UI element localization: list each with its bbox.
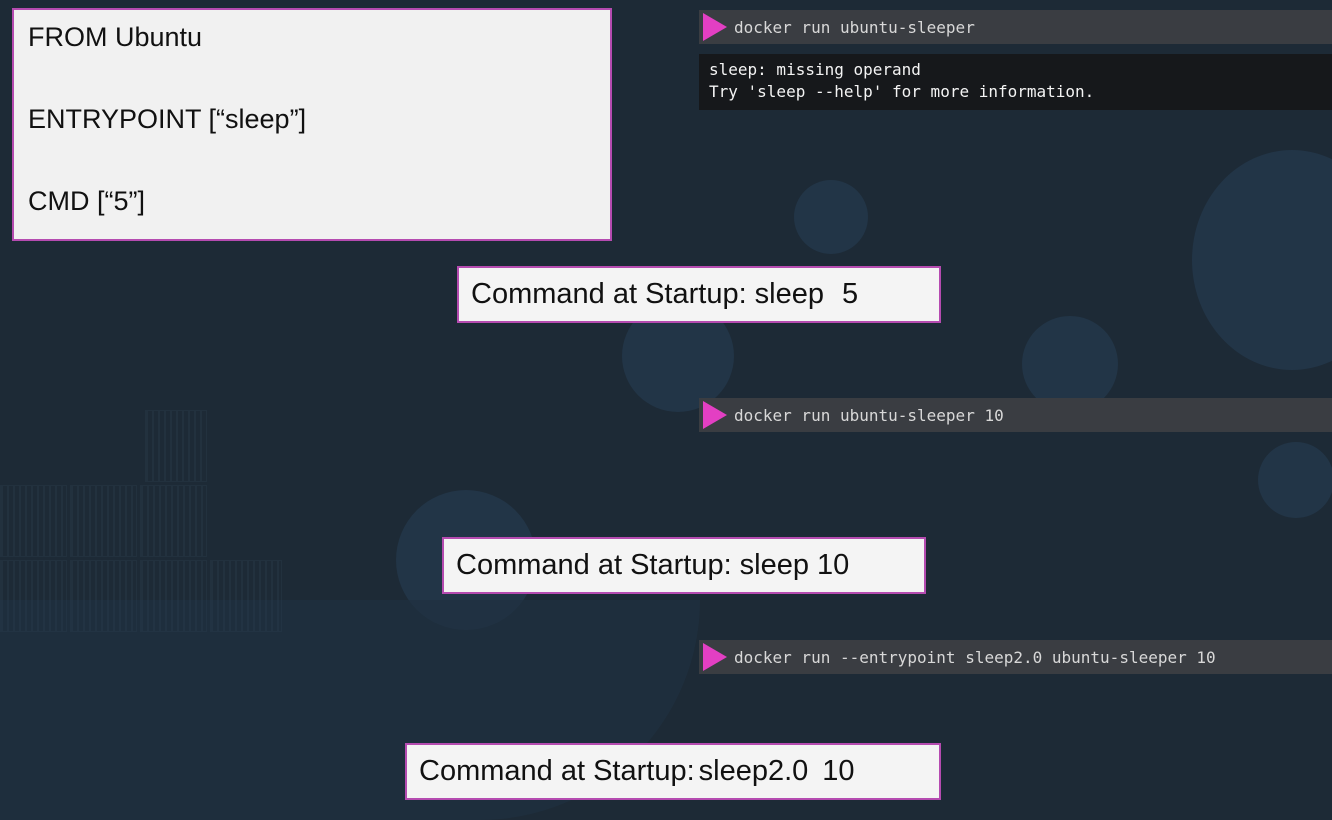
terminal-command-2: docker run ubuntu-sleeper 10	[699, 398, 1332, 432]
dockerfile-line-cmd: CMD [“5”]	[28, 186, 145, 216]
startup-command-box-3: Command at Startup: sleep2.0 10	[405, 743, 941, 800]
command-text: docker run ubuntu-sleeper 10	[734, 405, 1004, 425]
dockerfile-line-entrypoint: ENTRYPOINT [“sleep”]	[28, 104, 307, 134]
prompt-arrow-icon	[703, 643, 727, 671]
startup-command-box-2: Command at Startup: sleep 10	[442, 537, 926, 594]
startup-label: Command at Startup:	[471, 278, 747, 310]
docker-containers-illustration	[0, 410, 290, 640]
prompt-arrow-icon	[703, 401, 727, 429]
startup-label: Command at Startup:	[419, 755, 695, 787]
output-line: sleep: missing operand	[709, 60, 921, 79]
terminal-command-1: docker run ubuntu-sleeper	[699, 10, 1332, 44]
startup-command-box-1: Command at Startup: sleep 5	[457, 266, 941, 323]
startup-value: sleep 10	[739, 549, 850, 581]
dockerfile-line-from: FROM Ubuntu	[28, 22, 203, 52]
background-bubble	[794, 180, 868, 254]
terminal-command-3: docker run --entrypoint sleep2.0 ubuntu-…	[699, 640, 1332, 674]
background-bubble	[1192, 150, 1332, 370]
output-line: Try 'sleep --help' for more information.	[709, 82, 1095, 101]
command-text: docker run --entrypoint sleep2.0 ubuntu-…	[734, 647, 1216, 667]
prompt-arrow-icon	[703, 13, 727, 41]
startup-value: sleep2.0	[698, 755, 809, 787]
startup-arg: 10	[822, 755, 855, 787]
startup-label: Command at Startup:	[456, 549, 732, 581]
startup-arg: 5	[841, 278, 859, 310]
terminal-output-1: sleep: missing operand Try 'sleep --help'…	[699, 54, 1332, 110]
dockerfile-panel: FROM Ubuntu ENTRYPOINT [“sleep”] CMD [“5…	[12, 8, 612, 241]
startup-value: sleep	[754, 278, 824, 310]
command-text: docker run ubuntu-sleeper	[734, 17, 975, 37]
background-bubble	[1258, 442, 1332, 518]
